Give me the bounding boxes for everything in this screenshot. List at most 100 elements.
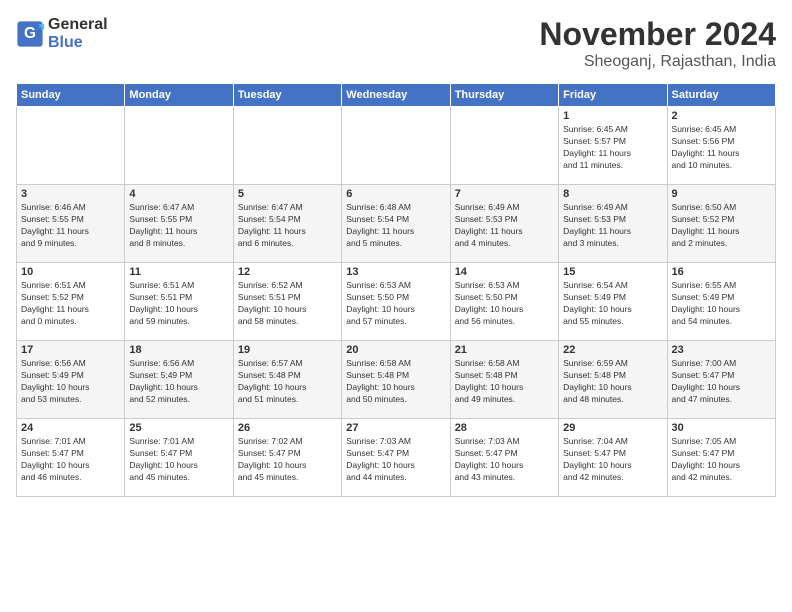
cell-content: Sunrise: 6:47 AM Sunset: 5:54 PM Dayligh… xyxy=(238,202,337,250)
cell-content: Sunrise: 7:05 AM Sunset: 5:47 PM Dayligh… xyxy=(672,436,771,484)
calendar-cell: 26 Sunrise: 7:02 AM Sunset: 5:47 PM Dayli… xyxy=(233,419,341,497)
calendar-row: 24 Sunrise: 7:01 AM Sunset: 5:47 PM Dayli… xyxy=(17,419,776,497)
calendar-cell: 12 Sunrise: 6:52 AM Sunset: 5:51 PM Dayli… xyxy=(233,263,341,341)
location: Sheoganj, Rajasthan, India xyxy=(539,53,776,71)
svg-text:G: G xyxy=(24,25,36,42)
cell-content: Sunrise: 7:02 AM Sunset: 5:47 PM Dayligh… xyxy=(238,436,337,484)
day-number: 14 xyxy=(455,266,554,278)
cell-content: Sunrise: 6:45 AM Sunset: 5:57 PM Dayligh… xyxy=(563,124,662,172)
calendar-cell: 25 Sunrise: 7:01 AM Sunset: 5:47 PM Dayli… xyxy=(125,419,233,497)
col-header-wednesday: Wednesday xyxy=(342,84,450,107)
cell-content: Sunrise: 6:52 AM Sunset: 5:51 PM Dayligh… xyxy=(238,280,337,328)
day-number: 6 xyxy=(346,188,445,200)
cell-content: Sunrise: 6:47 AM Sunset: 5:55 PM Dayligh… xyxy=(129,202,228,250)
calendar-cell xyxy=(125,107,233,185)
cell-content: Sunrise: 6:58 AM Sunset: 5:48 PM Dayligh… xyxy=(455,358,554,406)
calendar-cell: 4 Sunrise: 6:47 AM Sunset: 5:55 PM Daylig… xyxy=(125,185,233,263)
calendar-cell: 28 Sunrise: 7:03 AM Sunset: 5:47 PM Dayli… xyxy=(450,419,558,497)
calendar-row: 17 Sunrise: 6:56 AM Sunset: 5:49 PM Dayli… xyxy=(17,341,776,419)
calendar-cell: 19Sunrise: 6:57 AM Sunset: 5:48 PM Dayli… xyxy=(233,341,341,419)
day-number: 24 xyxy=(21,422,120,434)
day-number: 3 xyxy=(21,188,120,200)
calendar-cell: 13 Sunrise: 6:53 AM Sunset: 5:50 PM Dayli… xyxy=(342,263,450,341)
cell-content: Sunrise: 6:45 AM Sunset: 5:56 PM Dayligh… xyxy=(672,124,771,172)
day-number: 12 xyxy=(238,266,337,278)
col-header-saturday: Saturday xyxy=(667,84,775,107)
calendar-cell: 3 Sunrise: 6:46 AM Sunset: 5:55 PM Daylig… xyxy=(17,185,125,263)
day-number: 1 xyxy=(563,110,662,122)
logo: G General Blue xyxy=(16,16,108,51)
col-header-sunday: Sunday xyxy=(17,84,125,107)
calendar-cell: 14 Sunrise: 6:53 AM Sunset: 5:50 PM Dayli… xyxy=(450,263,558,341)
calendar-cell: 23 Sunrise: 7:00 AM Sunset: 5:47 PM Dayli… xyxy=(667,341,775,419)
calendar-cell: 1 Sunrise: 6:45 AM Sunset: 5:57 PM Daylig… xyxy=(559,107,667,185)
day-number: 4 xyxy=(129,188,228,200)
cell-content: Sunrise: 7:03 AM Sunset: 5:47 PM Dayligh… xyxy=(455,436,554,484)
calendar-cell: 7Sunrise: 6:49 AM Sunset: 5:53 PM Daylig… xyxy=(450,185,558,263)
calendar-cell: 21Sunrise: 6:58 AM Sunset: 5:48 PM Dayli… xyxy=(450,341,558,419)
calendar-row: 10Sunrise: 6:51 AM Sunset: 5:52 PM Dayli… xyxy=(17,263,776,341)
logo-icon: G xyxy=(16,20,44,48)
calendar-cell: 2Sunrise: 6:45 AM Sunset: 5:56 PM Daylig… xyxy=(667,107,775,185)
day-number: 17 xyxy=(21,344,120,356)
calendar-cell: 22 Sunrise: 6:59 AM Sunset: 5:48 PM Dayli… xyxy=(559,341,667,419)
cell-content: Sunrise: 6:50 AM Sunset: 5:52 PM Dayligh… xyxy=(672,202,771,250)
col-header-thursday: Thursday xyxy=(450,84,558,107)
day-number: 18 xyxy=(129,344,228,356)
cell-content: Sunrise: 7:00 AM Sunset: 5:47 PM Dayligh… xyxy=(672,358,771,406)
calendar-cell xyxy=(233,107,341,185)
day-number: 23 xyxy=(672,344,771,356)
day-number: 9 xyxy=(672,188,771,200)
col-header-tuesday: Tuesday xyxy=(233,84,341,107)
month-title: November 2024 xyxy=(539,16,776,53)
calendar-cell: 17 Sunrise: 6:56 AM Sunset: 5:49 PM Dayli… xyxy=(17,341,125,419)
cell-content: Sunrise: 6:56 AM Sunset: 5:49 PM Dayligh… xyxy=(129,358,228,406)
day-number: 27 xyxy=(346,422,445,434)
day-number: 22 xyxy=(563,344,662,356)
calendar-cell xyxy=(450,107,558,185)
calendar-cell: 5 Sunrise: 6:47 AM Sunset: 5:54 PM Daylig… xyxy=(233,185,341,263)
calendar-cell: 6Sunrise: 6:48 AM Sunset: 5:54 PM Daylig… xyxy=(342,185,450,263)
calendar-cell xyxy=(342,107,450,185)
day-number: 28 xyxy=(455,422,554,434)
calendar-cell: 29Sunrise: 7:04 AM Sunset: 5:47 PM Dayli… xyxy=(559,419,667,497)
calendar-cell: 8Sunrise: 6:49 AM Sunset: 5:53 PM Daylig… xyxy=(559,185,667,263)
day-number: 13 xyxy=(346,266,445,278)
day-number: 26 xyxy=(238,422,337,434)
header-row: SundayMondayTuesdayWednesdayThursdayFrid… xyxy=(17,84,776,107)
day-number: 30 xyxy=(672,422,771,434)
calendar-cell: 20 Sunrise: 6:58 AM Sunset: 5:48 PM Dayli… xyxy=(342,341,450,419)
page-header: G General Blue November 2024 Sheoganj, R… xyxy=(16,16,776,71)
cell-content: Sunrise: 6:51 AM Sunset: 5:51 PM Dayligh… xyxy=(129,280,228,328)
day-number: 5 xyxy=(238,188,337,200)
calendar-cell: 11 Sunrise: 6:51 AM Sunset: 5:51 PM Dayli… xyxy=(125,263,233,341)
day-number: 11 xyxy=(129,266,228,278)
cell-content: Sunrise: 6:53 AM Sunset: 5:50 PM Dayligh… xyxy=(455,280,554,328)
calendar-table: SundayMondayTuesdayWednesdayThursdayFrid… xyxy=(16,83,776,497)
day-number: 19 xyxy=(238,344,337,356)
cell-content: Sunrise: 6:59 AM Sunset: 5:48 PM Dayligh… xyxy=(563,358,662,406)
cell-content: Sunrise: 6:46 AM Sunset: 5:55 PM Dayligh… xyxy=(21,202,120,250)
cell-content: Sunrise: 7:01 AM Sunset: 5:47 PM Dayligh… xyxy=(21,436,120,484)
cell-content: Sunrise: 6:58 AM Sunset: 5:48 PM Dayligh… xyxy=(346,358,445,406)
calendar-cell: 10Sunrise: 6:51 AM Sunset: 5:52 PM Dayli… xyxy=(17,263,125,341)
calendar-cell: 27 Sunrise: 7:03 AM Sunset: 5:47 PM Dayli… xyxy=(342,419,450,497)
cell-content: Sunrise: 7:01 AM Sunset: 5:47 PM Dayligh… xyxy=(129,436,228,484)
day-number: 8 xyxy=(563,188,662,200)
calendar-cell xyxy=(17,107,125,185)
calendar-cell: 18 Sunrise: 6:56 AM Sunset: 5:49 PM Dayli… xyxy=(125,341,233,419)
cell-content: Sunrise: 7:03 AM Sunset: 5:47 PM Dayligh… xyxy=(346,436,445,484)
cell-content: Sunrise: 6:54 AM Sunset: 5:49 PM Dayligh… xyxy=(563,280,662,328)
day-number: 25 xyxy=(129,422,228,434)
calendar-cell: 30 Sunrise: 7:05 AM Sunset: 5:47 PM Dayli… xyxy=(667,419,775,497)
calendar-row: 3 Sunrise: 6:46 AM Sunset: 5:55 PM Daylig… xyxy=(17,185,776,263)
cell-content: Sunrise: 6:56 AM Sunset: 5:49 PM Dayligh… xyxy=(21,358,120,406)
cell-content: Sunrise: 6:51 AM Sunset: 5:52 PM Dayligh… xyxy=(21,280,120,328)
day-number: 16 xyxy=(672,266,771,278)
cell-content: Sunrise: 6:53 AM Sunset: 5:50 PM Dayligh… xyxy=(346,280,445,328)
title-block: November 2024 Sheoganj, Rajasthan, India xyxy=(539,16,776,71)
day-number: 7 xyxy=(455,188,554,200)
calendar-row: 1 Sunrise: 6:45 AM Sunset: 5:57 PM Daylig… xyxy=(17,107,776,185)
day-number: 15 xyxy=(563,266,662,278)
day-number: 20 xyxy=(346,344,445,356)
